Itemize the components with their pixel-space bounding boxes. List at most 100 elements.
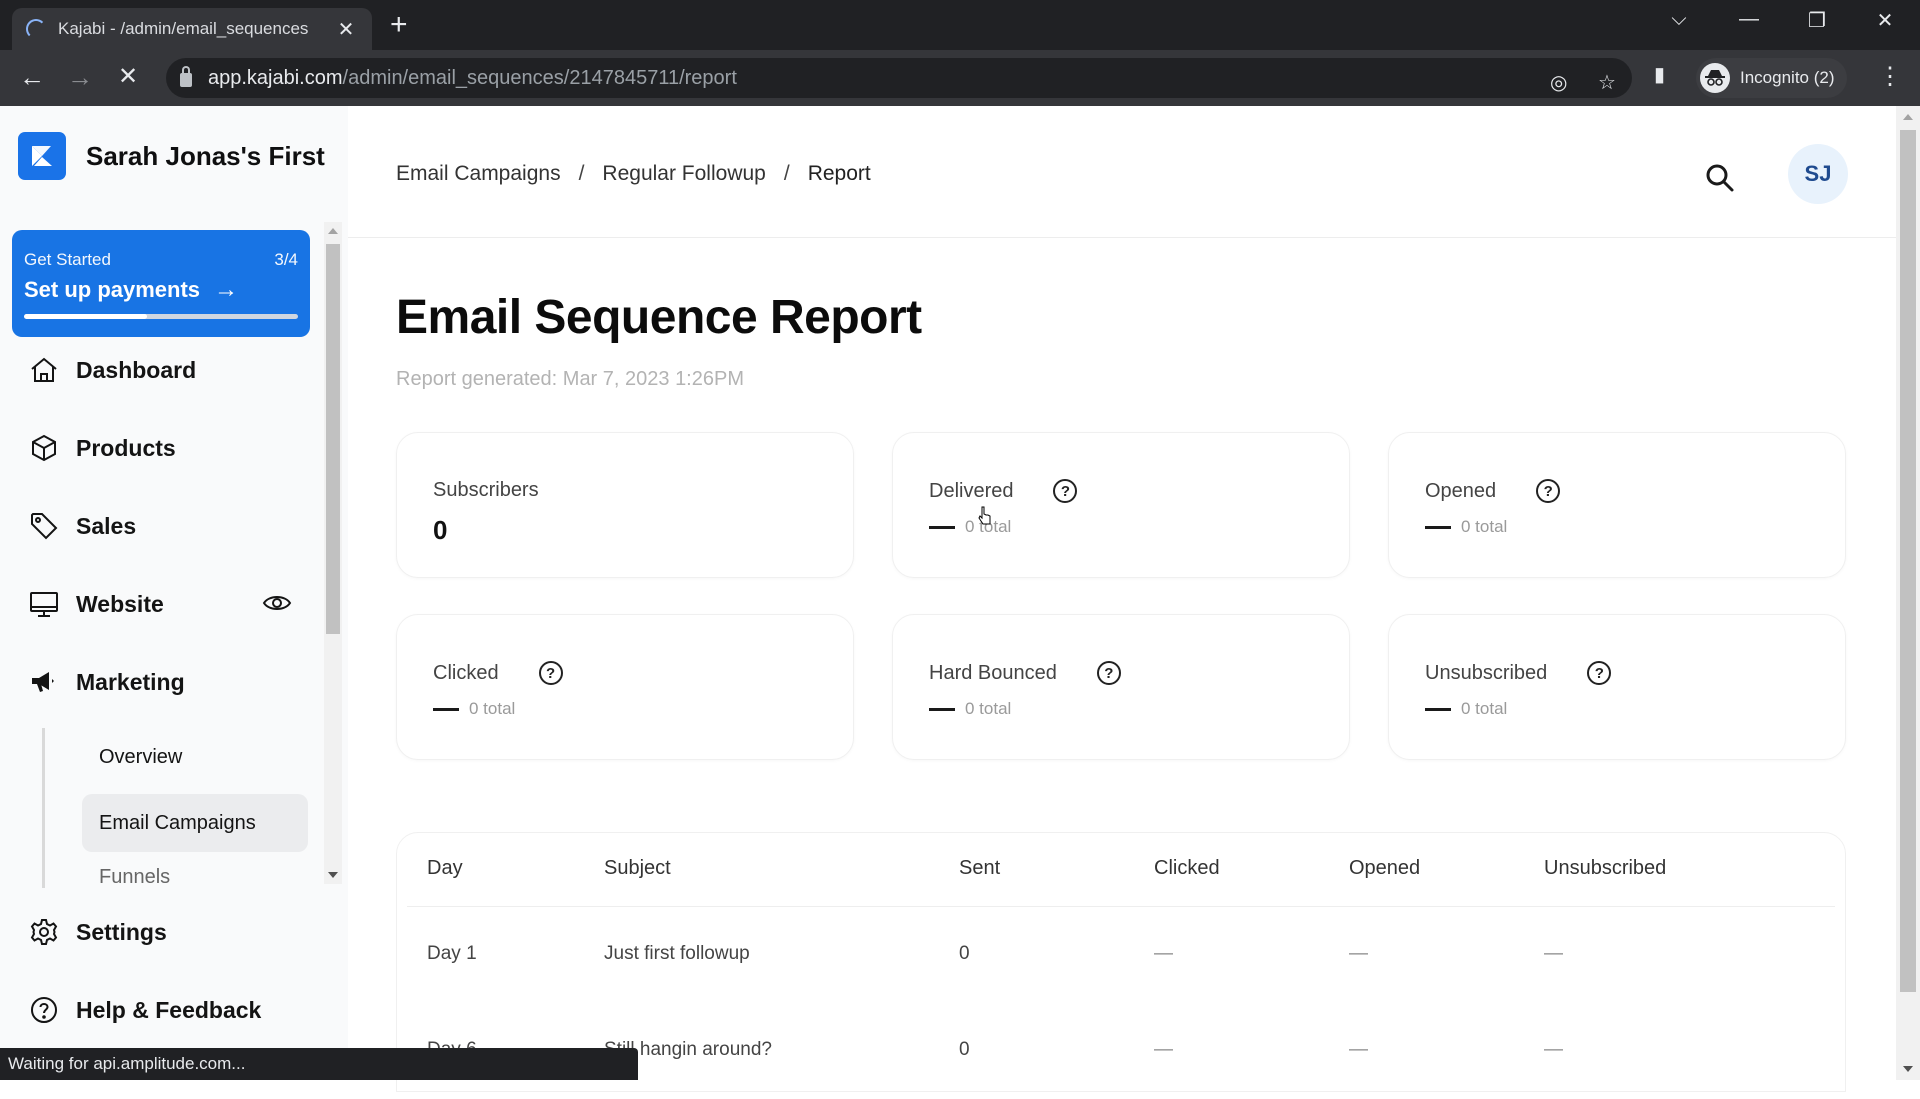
sidebar-item-label: Website — [76, 590, 164, 617]
sidebar-subitem-funnels[interactable]: Funnels — [82, 860, 308, 884]
tab-title: Kajabi - /admin/email_sequences — [58, 19, 309, 38]
monitor-icon — [28, 588, 60, 620]
site-name: Sarah Jonas's First — [86, 140, 325, 171]
close-window-button[interactable]: ✕ — [1870, 8, 1900, 33]
search-icon[interactable] — [1704, 162, 1736, 194]
sidebar-item-label: Products — [76, 434, 176, 461]
cell-subject: Just first followup — [604, 943, 750, 964]
profile-label: Incognito (2) — [1740, 68, 1835, 87]
incognito-icon — [1700, 63, 1730, 93]
get-started-step: 3/4 — [274, 250, 298, 269]
scroll-up-arrow-icon[interactable] — [328, 228, 338, 234]
stat-value-dash — [433, 707, 459, 711]
sidebar: Sarah Jonas's First Get Started 3/4 Set … — [0, 106, 348, 1080]
url-host: app.kajabi.com — [208, 66, 343, 89]
sidebar-item-label: Help & Feedback — [76, 996, 262, 1023]
new-tab-button[interactable]: + — [390, 10, 408, 40]
column-header-sent: Sent — [959, 857, 1001, 879]
scroll-down-arrow-icon[interactable] — [1903, 1066, 1913, 1072]
top-bar: Email Campaigns / Regular Followup / Rep… — [348, 106, 1896, 238]
gear-icon — [28, 916, 60, 948]
report-generated-timestamp: Report generated: Mar 7, 2023 1:26PM — [396, 368, 744, 390]
column-header-subject: Subject — [604, 857, 671, 879]
tab-strip: Kajabi - /admin/email_sequences ✕ + ⌵ — … — [0, 0, 1920, 50]
sidebar-item-sales[interactable]: Sales — [28, 510, 136, 542]
stat-value: 0 — [433, 515, 448, 545]
mouse-pointer-icon — [978, 506, 991, 525]
back-button[interactable]: ← — [16, 62, 48, 92]
preview-eye-icon[interactable] — [262, 592, 292, 614]
sidebar-item-products[interactable]: Products — [28, 432, 176, 464]
browser-tab[interactable]: Kajabi - /admin/email_sequences ✕ — [12, 8, 372, 50]
restore-button[interactable]: ❐ — [1802, 8, 1832, 33]
stat-label: Delivered — [929, 479, 1014, 502]
browser-menu-icon[interactable]: ⋮ — [1878, 62, 1902, 91]
get-started-progress-fill — [24, 314, 148, 319]
help-tooltip-icon[interactable]: ? — [1587, 661, 1612, 685]
breadcrumb-regular-followup[interactable]: Regular Followup — [602, 162, 765, 186]
get-started-label: Get Started — [24, 250, 111, 269]
stat-value-dash — [929, 707, 955, 711]
stat-value-dash — [1425, 525, 1451, 529]
sidebar-scrollbar-thumb[interactable] — [326, 244, 340, 634]
breadcrumb: Email Campaigns / Regular Followup / Rep… — [396, 162, 871, 186]
side-panel-icon[interactable]: ▮ — [1654, 62, 1665, 87]
sidebar-subitem-overview[interactable]: Overview — [82, 728, 308, 786]
tab-search-icon[interactable]: ⌵ — [1664, 8, 1694, 31]
tracking-protection-icon[interactable]: ◎ — [1550, 70, 1567, 95]
minimize-button[interactable]: — — [1734, 8, 1764, 31]
page-scrollbar-thumb[interactable] — [1900, 130, 1916, 992]
sidebar-item-marketing[interactable]: Marketing — [28, 666, 185, 698]
megaphone-icon — [28, 666, 60, 698]
home-icon — [28, 354, 60, 386]
sidebar-item-label: Sales — [76, 512, 137, 539]
lock-icon — [180, 66, 192, 87]
stat-total: 0 total — [965, 699, 1012, 718]
table-row[interactable]: Day 1 Just first followup 0 — — — — [397, 907, 1825, 1003]
main-content: Email Campaigns / Regular Followup / Rep… — [348, 106, 1896, 1092]
column-header-clicked: Clicked — [1154, 857, 1220, 879]
close-tab-icon[interactable]: ✕ — [334, 17, 358, 42]
stat-label: Unsubscribed — [1425, 661, 1548, 684]
page-scrollbar[interactable] — [1896, 106, 1920, 1080]
scroll-down-arrow-icon[interactable] — [328, 872, 338, 878]
breadcrumb-email-campaigns[interactable]: Email Campaigns — [396, 162, 561, 186]
address-bar[interactable]: app.kajabi.com/admin/email_sequences/214… — [166, 58, 1632, 98]
sidebar-item-label: Settings — [76, 918, 167, 945]
sidebar-item-website[interactable]: Website — [28, 588, 164, 620]
cell-opened: — — [1349, 1039, 1368, 1060]
sidebar-scrollbar[interactable] — [324, 222, 342, 884]
help-tooltip-icon[interactable]: ? — [538, 661, 563, 685]
sidebar-item-label: Dashboard — [76, 356, 197, 383]
scroll-up-arrow-icon[interactable] — [1903, 114, 1913, 120]
site-brand[interactable]: Sarah Jonas's First — [18, 132, 325, 180]
stat-card-clicked: Clicked ? 0 total — [396, 614, 854, 760]
sidebar-subitem-email-campaigns[interactable]: Email Campaigns — [82, 794, 308, 852]
help-icon — [28, 994, 60, 1026]
get-started-action: Set up payments — [24, 277, 201, 302]
get-started-card[interactable]: Get Started 3/4 Set up payments → — [12, 230, 310, 337]
user-avatar[interactable]: SJ — [1788, 144, 1848, 204]
stat-total: 0 total — [1461, 699, 1508, 718]
column-header-day: Day — [427, 857, 463, 879]
browser-status-bar: Waiting for api.amplitude.com... — [0, 1048, 638, 1080]
forward-button[interactable]: → — [64, 62, 96, 92]
bookmark-star-icon[interactable]: ☆ — [1598, 70, 1616, 95]
incognito-profile-button[interactable]: Incognito (2) — [1696, 58, 1847, 98]
stat-label: Hard Bounced — [929, 661, 1057, 684]
sidebar-item-dashboard[interactable]: Dashboard — [28, 354, 196, 386]
stat-value-dash — [929, 525, 955, 529]
subnav-divider — [42, 728, 45, 888]
help-tooltip-icon[interactable]: ? — [1536, 479, 1561, 503]
stat-card-opened: Opened ? 0 total — [1388, 432, 1846, 578]
stop-loading-button[interactable]: ✕ — [112, 62, 144, 92]
sidebar-item-help-feedback[interactable]: Help & Feedback — [28, 994, 261, 1026]
column-header-unsubscribed: Unsubscribed — [1544, 857, 1667, 879]
arrow-right-icon: → — [214, 276, 239, 303]
help-tooltip-icon[interactable]: ? — [1096, 661, 1121, 685]
get-started-progress — [24, 314, 298, 319]
sidebar-item-settings[interactable]: Settings — [28, 916, 167, 948]
help-tooltip-icon[interactable]: ? — [1053, 479, 1078, 503]
cell-clicked: — — [1154, 943, 1173, 964]
kajabi-logo-icon — [18, 132, 66, 180]
